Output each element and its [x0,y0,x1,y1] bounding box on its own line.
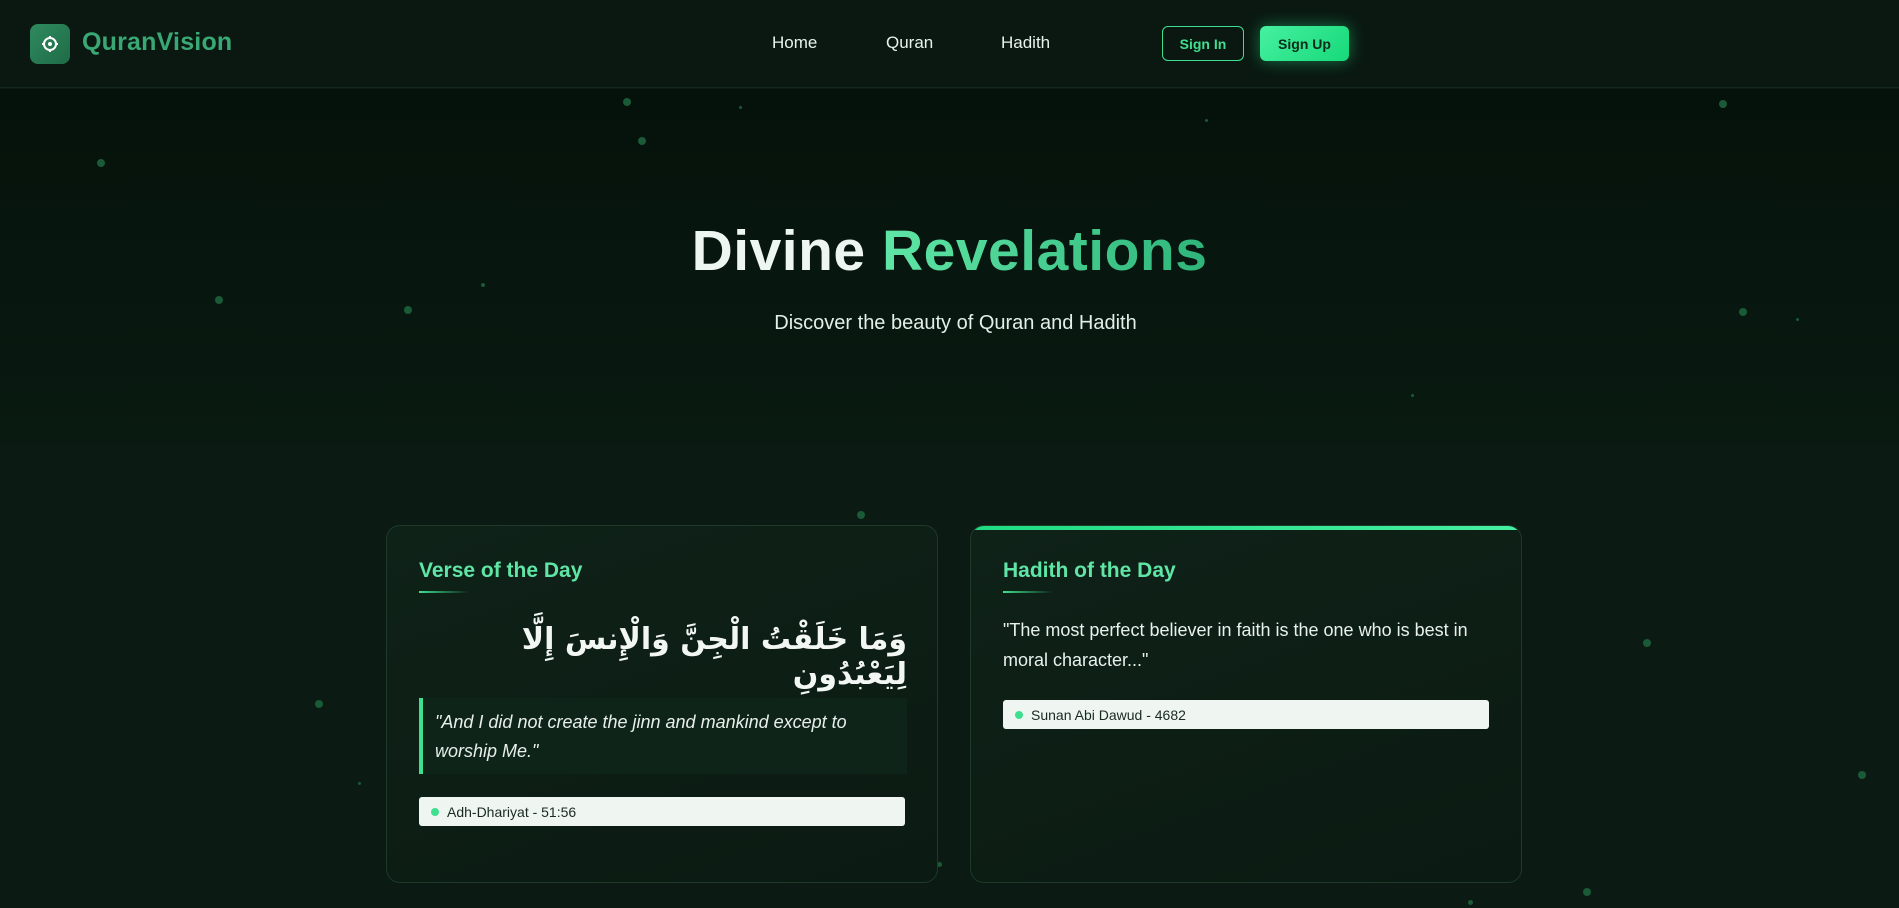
sign-in-button[interactable]: Sign In [1162,26,1244,61]
top-navbar: QuranVision Home Quran Hadith Sign In Si… [0,0,1899,88]
compass-icon [42,36,58,52]
hero-subtitle: Discover the beauty of Quran and Hadith [774,312,1137,334]
hero-title: Divine Revelations [0,218,1899,284]
logo-text[interactable]: QuranVision [82,28,232,57]
nav-link-quran[interactable]: Quran [886,33,933,53]
verse-of-the-day-card: Verse of the Day وَمَا خَلَقْتُ الْجِنَّ… [386,525,938,883]
card-accent-bar [971,526,1521,530]
source-dot-icon [1015,711,1023,719]
hadith-source-badge: Sunan Abi Dawud - 4682 [1003,700,1489,729]
hadith-card-title: Hadith of the Day [1003,559,1176,582]
particle-dot [358,782,361,785]
particle-dot [215,296,223,304]
hero-title-accent: Revelations [881,219,1208,283]
title-underline [419,591,469,593]
source-dot-icon [431,808,439,816]
hadith-of-the-day-card: Hadith of the Day "The most perfect beli… [970,525,1522,883]
particle-dot [638,137,646,145]
particle-dot [623,98,631,106]
particle-dot [315,700,323,708]
logo-icon[interactable] [30,24,70,64]
verse-arabic-text: وَمَا خَلَقْتُ الْجِنَّ وَالْإِنسَ إِلَّ… [521,622,907,692]
particle-dot [1468,900,1473,905]
particle-dot [1858,771,1866,779]
particle-dot [857,511,865,519]
particle-dot [1205,119,1208,122]
hero-title-part1: Divine [691,219,866,283]
daily-section [0,445,1899,908]
verse-source-text: Adh-Dhariyat - 51:56 [447,803,577,820]
verse-source-badge: Adh-Dhariyat - 51:56 [419,797,905,826]
verse-translation: "And I did not create the jinn and manki… [419,698,907,774]
hadith-text: "The most perfect believer in faith is t… [1003,620,1468,670]
sign-up-button[interactable]: Sign Up [1260,26,1349,61]
particle-dot [739,106,742,109]
particle-dot [97,159,105,167]
verse-card-title: Verse of the Day [419,559,583,582]
title-underline [1003,591,1053,593]
hadith-source-text: Sunan Abi Dawud - 4682 [1031,706,1186,723]
particle-dot [1643,639,1651,647]
particle-dot [1719,100,1727,108]
particle-dot [1583,888,1591,896]
nav-link-home[interactable]: Home [772,33,817,53]
nav-link-hadith[interactable]: Hadith [1001,33,1050,53]
particle-dot [1411,394,1414,397]
